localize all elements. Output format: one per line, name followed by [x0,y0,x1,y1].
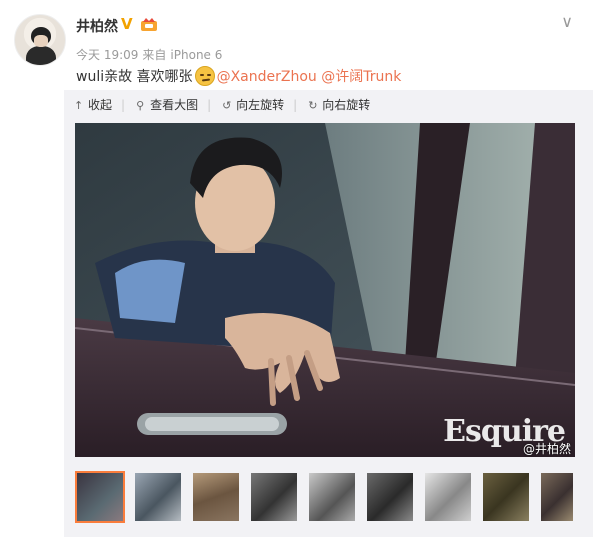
thumbnail-8[interactable] [481,471,531,523]
thumbnail-9[interactable] [539,471,575,523]
rotate-left-button[interactable]: ↺ 向左旋转 | [222,96,297,113]
mention-link[interactable]: @许阔Trunk [321,69,401,85]
username[interactable]: 井柏然 [76,16,118,36]
verified-badge-icon: V [121,15,133,33]
post-text: wuli亲故 喜欢哪张 @XanderZhou @许阔Trunk [76,66,401,86]
avatar[interactable] [14,14,66,66]
chevron-down-icon[interactable]: ∨ [561,12,573,31]
up-arrow-icon: ↑ [74,99,84,112]
search-icon: ⚲ [136,99,145,112]
mention-link[interactable]: @XanderZhou [217,69,317,85]
thumbnail-6[interactable] [365,471,415,523]
thumbnail-3[interactable] [191,471,241,523]
rotate-right-button[interactable]: ↻ 向右旋转 [308,96,370,113]
thumbnail-strip [75,471,575,525]
post-meta: 今天 19:09 来自 iPhone 6 [76,46,226,63]
view-large-button[interactable]: ⚲ 查看大图 | [136,96,211,113]
thumbnail-1[interactable] [75,471,125,523]
member-crown-icon[interactable] [140,17,158,31]
media-toolbar: ↑ 收起 | ⚲ 查看大图 | ↺ 向左旋转 | ↻ 向右旋转 [74,96,381,116]
post-body: wuli亲故 喜欢哪张 [76,69,193,85]
photo-watermark-user: @井柏然 [522,442,571,456]
thumbnail-2[interactable] [133,471,183,523]
post-source[interactable]: iPhone 6 [170,48,222,62]
thumbnail-7[interactable] [423,471,473,523]
thumbnail-5[interactable] [307,471,357,523]
photo-illustration [75,123,575,457]
post-time[interactable]: 今天 19:09 [76,48,138,62]
smirk-emoji-icon [194,66,215,86]
main-photo[interactable]: Esquire @井柏然 [75,123,575,457]
source-prefix: 来自 [142,48,167,62]
rotate-right-icon: ↻ [308,99,318,112]
rotate-left-icon: ↺ [222,99,232,112]
collapse-button[interactable]: ↑ 收起 | [74,96,125,113]
thumbnail-4[interactable] [249,471,299,523]
